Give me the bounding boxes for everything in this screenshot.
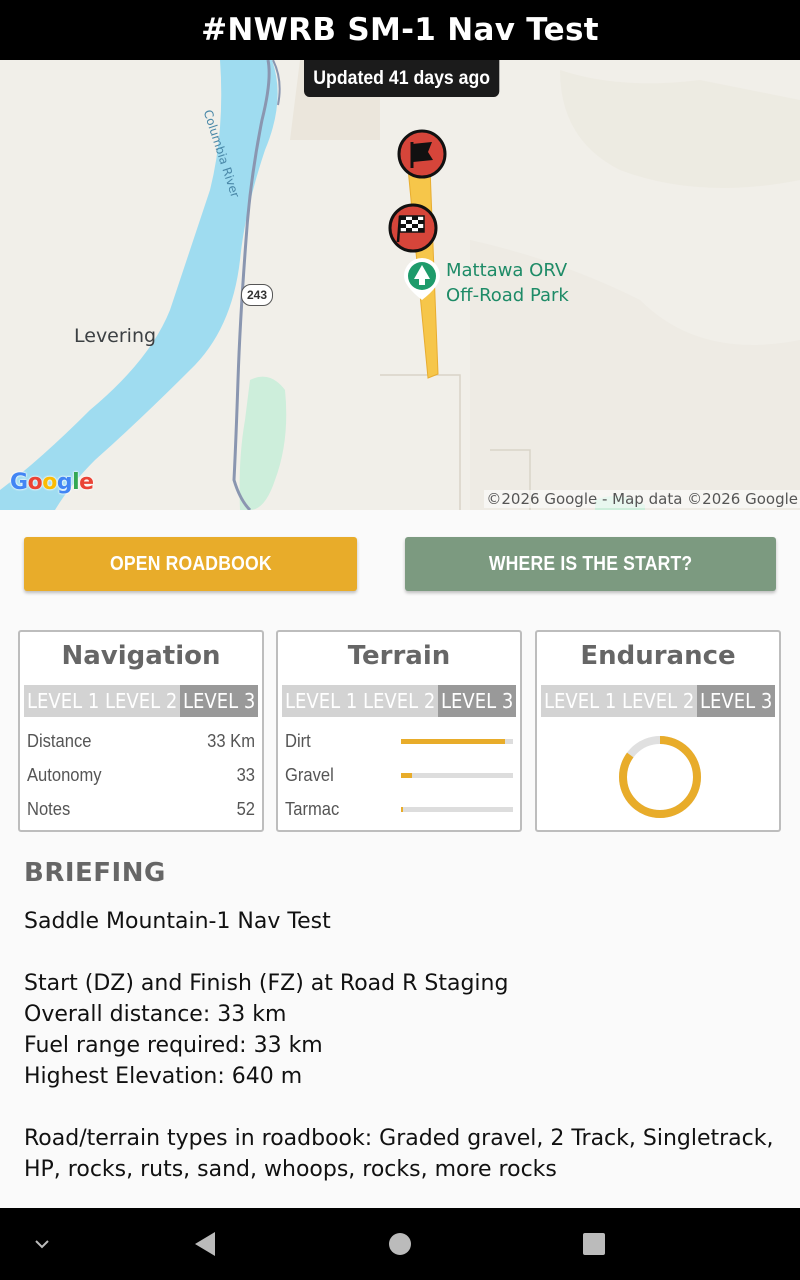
route-map[interactable]: Updated 41 days ago Columbia River 243 L… <box>0 60 800 510</box>
updated-badge: Updated 41 days ago <box>304 60 500 97</box>
terrain-card: Terrain LEVEL 1 LEVEL 2 LEVEL 3 Dirt Gra… <box>276 630 522 832</box>
briefing-line: Highest Elevation: 640 m <box>24 1064 303 1089</box>
map-attribution[interactable]: ©2026 Google - Map data ©2026 Google <box>484 490 800 508</box>
terrain-bar-fill <box>401 806 404 812</box>
google-logo[interactable]: Google <box>10 470 94 495</box>
where-is-start-label: WHERE IS THE START? <box>488 552 693 575</box>
home-icon[interactable] <box>375 1208 425 1280</box>
briefing-line: Saddle Mountain-1 Nav Test <box>24 909 331 934</box>
briefing-line: Road/terrain types in roadbook: Graded g… <box>24 1126 774 1182</box>
open-roadbook-label: OPEN ROADBOOK <box>109 552 272 575</box>
stat-autonomy: Autonomy 33 <box>20 758 262 792</box>
terrain-label: Dirt <box>285 730 311 751</box>
back-icon[interactable] <box>180 1208 230 1280</box>
navigation-level-2: LEVEL 2 <box>102 685 180 717</box>
system-nav-bar <box>0 1208 800 1280</box>
navigation-level-3: LEVEL 3 <box>180 685 258 717</box>
terrain-bar <box>401 738 513 744</box>
briefing-line <box>24 1092 784 1123</box>
terrain-level-3: LEVEL 3 <box>438 685 516 717</box>
stat-value: 33 Km <box>207 730 255 751</box>
stat-notes: Notes 52 <box>20 792 262 826</box>
briefing-line: Fuel range required: 33 km <box>24 1033 323 1058</box>
terrain-tarmac: Tarmac <box>278 792 520 826</box>
endurance-gauge <box>619 736 701 818</box>
endurance-level-bar: LEVEL 1 LEVEL 2 LEVEL 3 <box>541 685 775 717</box>
park-label[interactable]: Mattawa ORV Off-Road Park <box>446 258 569 308</box>
checkered-flag-icon[interactable] <box>388 203 438 253</box>
navigation-card-title: Navigation <box>61 641 221 671</box>
terrain-bar-fill <box>401 738 506 744</box>
stat-value: 52 <box>236 798 255 819</box>
stat-label: Notes <box>27 798 71 819</box>
terrain-card-title: Terrain <box>347 641 451 671</box>
endurance-level-2: LEVEL 2 <box>619 685 697 717</box>
terrain-label: Gravel <box>285 764 334 785</box>
navigation-level-1: LEVEL 1 <box>24 685 102 717</box>
briefing-line <box>24 937 784 968</box>
chevron-down-icon[interactable] <box>22 1208 62 1280</box>
endurance-card-title: Endurance <box>580 641 736 671</box>
terrain-bar-fill <box>401 772 413 778</box>
stat-label: Distance <box>27 730 92 751</box>
terrain-level-bar: LEVEL 1 LEVEL 2 LEVEL 3 <box>282 685 516 717</box>
briefing-body: Saddle Mountain-1 Nav Test Start (DZ) an… <box>24 906 784 1185</box>
place-label-levering: Levering <box>74 325 157 347</box>
park-label-line1: Mattawa ORV <box>446 260 568 281</box>
map-canvas[interactable] <box>0 60 800 510</box>
terrain-level-1: LEVEL 1 <box>282 685 360 717</box>
navigation-level-bar: LEVEL 1 LEVEL 2 LEVEL 3 <box>24 685 258 717</box>
app-title-bar: #NWRB SM-1 Nav Test <box>0 0 800 60</box>
park-label-line2: Off-Road Park <box>446 285 569 306</box>
endurance-level-3: LEVEL 3 <box>697 685 775 717</box>
endurance-level-1: LEVEL 1 <box>541 685 619 717</box>
navigation-card: Navigation LEVEL 1 LEVEL 2 LEVEL 3 Dista… <box>18 630 264 832</box>
briefing-line: Start (DZ) and Finish (FZ) at Road R Sta… <box>24 971 509 996</box>
stat-label: Autonomy <box>27 764 102 785</box>
page-title: #NWRB SM-1 Nav Test <box>201 12 599 48</box>
highway-shield: 243 <box>241 284 273 306</box>
endurance-card: Endurance LEVEL 1 LEVEL 2 LEVEL 3 <box>535 630 781 832</box>
flag-icon[interactable] <box>397 129 447 179</box>
terrain-gravel: Gravel <box>278 758 520 792</box>
terrain-bar <box>401 806 513 812</box>
terrain-label: Tarmac <box>285 798 340 819</box>
briefing-title: BRIEFING <box>24 858 166 888</box>
terrain-bar <box>401 772 513 778</box>
stat-distance: Distance 33 Km <box>20 724 262 758</box>
where-is-start-button[interactable]: WHERE IS THE START? <box>405 537 776 591</box>
terrain-level-2: LEVEL 2 <box>360 685 438 717</box>
terrain-dirt: Dirt <box>278 724 520 758</box>
stat-value: 33 <box>236 764 255 785</box>
briefing-line: Overall distance: 33 km <box>24 1002 287 1027</box>
recents-icon[interactable] <box>569 1208 619 1280</box>
open-roadbook-button[interactable]: OPEN ROADBOOK <box>24 537 357 591</box>
